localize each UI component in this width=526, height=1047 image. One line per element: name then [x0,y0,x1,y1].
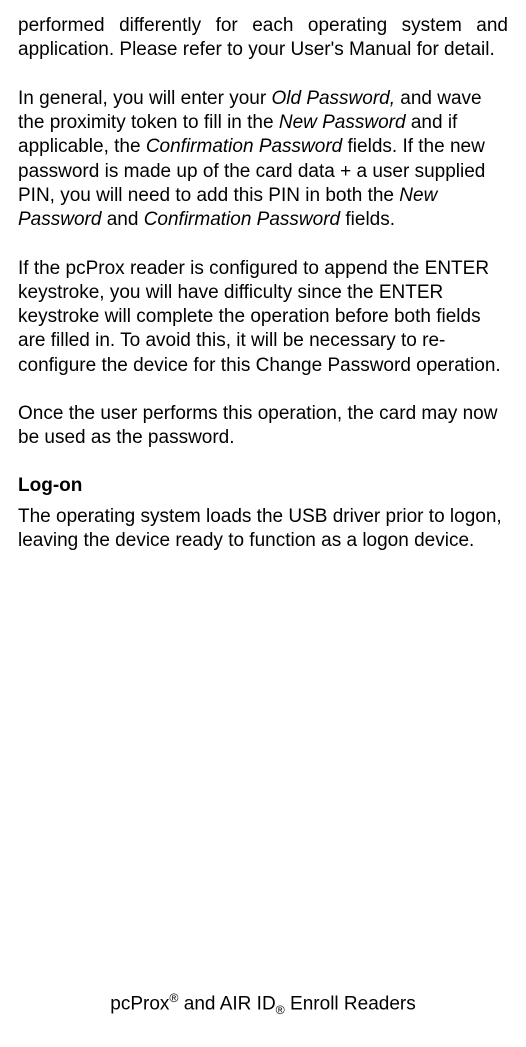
paragraph-card-password: Once the user performs this operation, t… [18,402,508,451]
italic-confirmation-password: Confirmation Password [146,136,342,157]
paragraph-logon: The operating system loads the USB drive… [18,505,508,554]
footer: pcProx® and AIR ID® Enroll Readers [18,991,508,1023]
footer-airid: and AIR ID [179,993,276,1014]
text-segment: and [101,209,143,230]
paragraph-password-instructions: In general, you will enter your Old Pass… [18,87,508,233]
text-segment: In general, you will enter your [18,88,271,109]
italic-confirmation-password-2: Confirmation Password [144,209,340,230]
registered-symbol-sub: ® [276,1003,285,1017]
heading-logon: Log-on [18,475,508,497]
footer-enroll: Enroll Readers [285,993,416,1014]
text-segment: fields. [340,209,395,230]
paragraph-enter-keystroke: If the pcProx reader is configured to ap… [18,257,508,379]
registered-symbol: ® [169,991,178,1005]
italic-new-password: New Password [279,112,406,133]
paragraph-intro: performed differently for each operating… [18,14,508,63]
footer-pcprox: pcProx [110,993,169,1014]
italic-old-password: Old Password, [271,88,395,109]
